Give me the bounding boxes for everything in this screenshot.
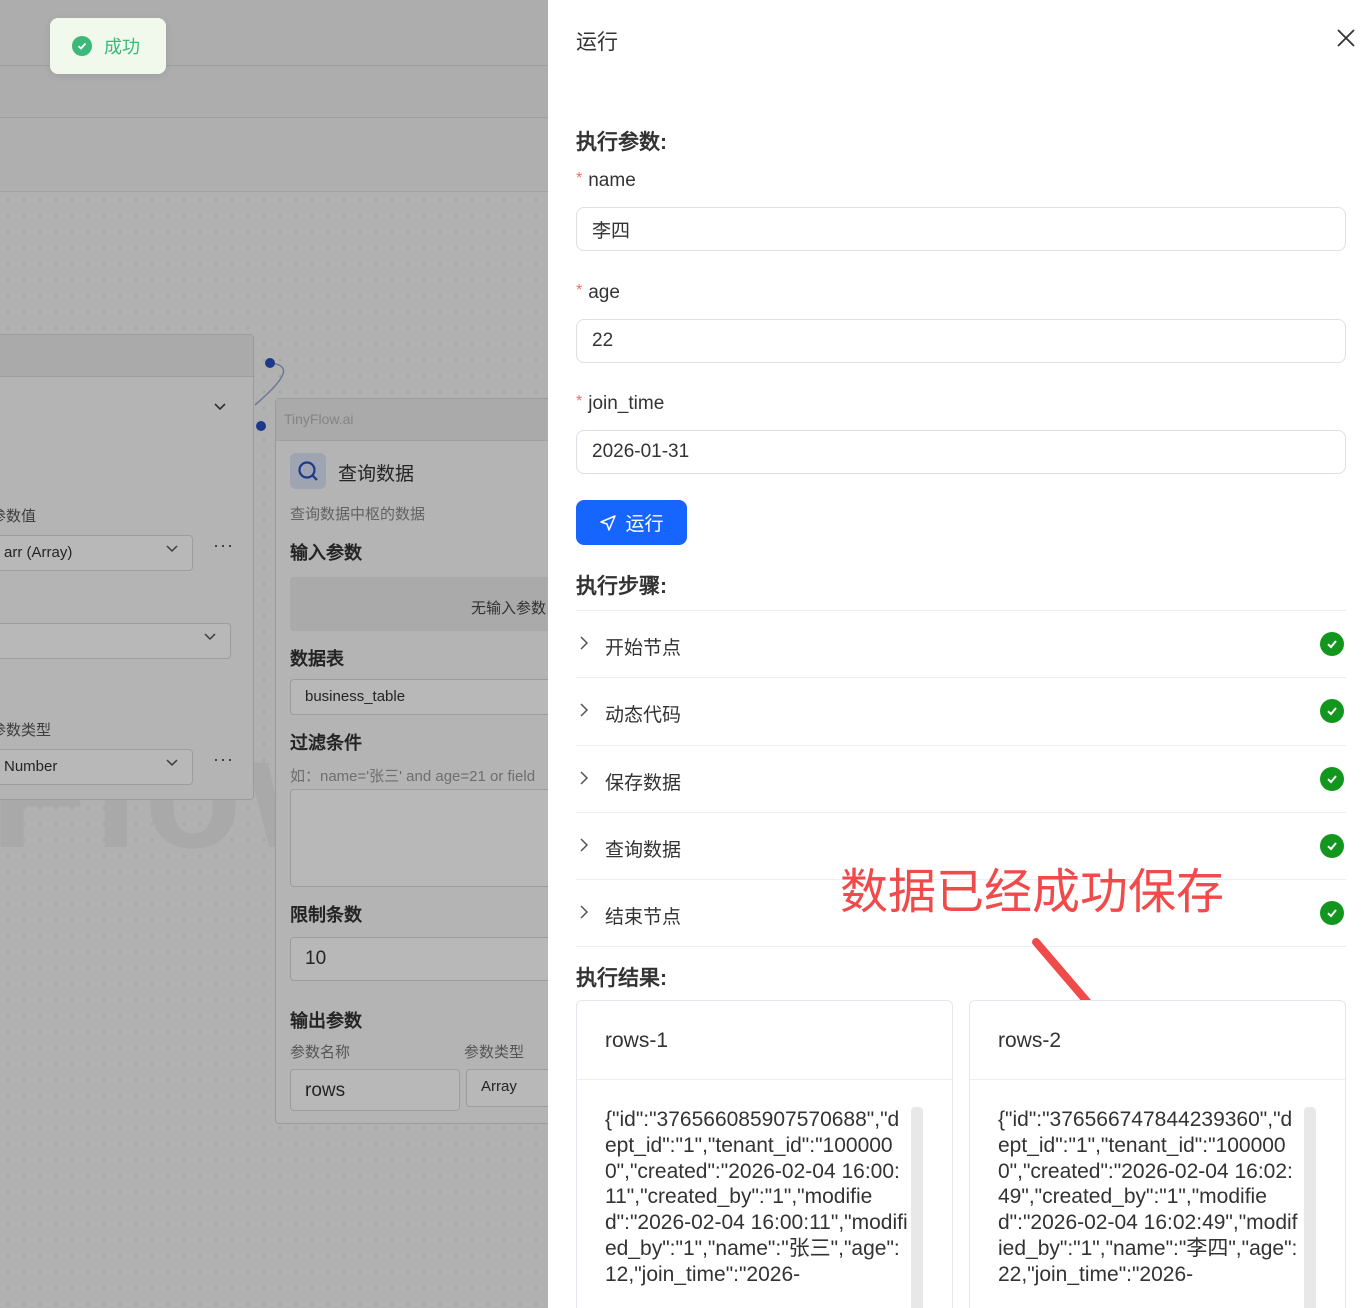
- success-check-icon: [1320, 632, 1344, 656]
- drawer-overlay[interactable]: [0, 0, 548, 1308]
- params-title: 执行参数:: [576, 131, 667, 154]
- result-title: 执行结果:: [576, 967, 667, 990]
- scrollbar[interactable]: [911, 1107, 923, 1308]
- step-label: 查询数据: [605, 839, 682, 861]
- step-label: 开始节点: [605, 638, 682, 659]
- join-time-input[interactable]: [576, 430, 1346, 474]
- steps-title: 执行步骤:: [576, 575, 667, 598]
- send-icon: [600, 514, 617, 531]
- step-label: 结束节点: [605, 907, 682, 929]
- step-item[interactable]: 保存数据: [576, 746, 1346, 813]
- chevron-right-icon: [578, 904, 590, 925]
- step-item[interactable]: 动态代码: [576, 678, 1346, 746]
- step-item[interactable]: 开始节点: [576, 611, 1346, 679]
- field-label-text: join_time: [588, 393, 665, 414]
- field-label-join-time: * join_time: [576, 393, 664, 415]
- chevron-right-icon: [578, 702, 590, 723]
- success-check-icon: [1320, 833, 1344, 858]
- drawer-title: 运行: [576, 31, 618, 54]
- check-circle-icon: [72, 36, 92, 56]
- workflow-canvas: Flow 参数值 arr (Array) ··· 参数类型 Number ···…: [0, 0, 548, 1308]
- scrollbar[interactable]: [1304, 1107, 1316, 1308]
- age-input[interactable]: [576, 319, 1346, 363]
- field-label-text: age: [588, 282, 620, 303]
- field-label-age: * age: [576, 282, 620, 304]
- result-card: rows-2 {"id":"376566747844239360","dept_…: [969, 1000, 1346, 1308]
- required-mark: *: [576, 282, 583, 299]
- close-icon[interactable]: [1334, 26, 1358, 50]
- name-input[interactable]: [576, 207, 1346, 251]
- result-card-content: {"id":"376566747844239360","dept_id":"1"…: [998, 1108, 1298, 1286]
- chevron-right-icon: [578, 770, 590, 791]
- chevron-right-icon: [578, 635, 590, 656]
- step-label: 动态代码: [605, 705, 682, 727]
- field-label-text: name: [588, 170, 636, 191]
- result-card: rows-1 {"id":"376566085907570688","dept_…: [576, 1000, 953, 1308]
- run-drawer: 运行 执行参数: *name *age *join_time 运行 执行步骤: …: [548, 0, 1364, 1308]
- annotation-text: 数据已经成功保存: [840, 866, 1225, 919]
- run-button[interactable]: 运行: [576, 500, 687, 545]
- success-toast: 成功: [50, 18, 166, 74]
- result-card-title: rows-2: [970, 1001, 1345, 1080]
- required-mark: *: [576, 170, 583, 187]
- result-card-title: rows-1: [577, 1001, 952, 1080]
- required-mark: *: [576, 393, 583, 410]
- step-label: 保存数据: [605, 772, 682, 794]
- success-check-icon: [1320, 901, 1344, 926]
- toast-message: 成功: [104, 37, 140, 57]
- chevron-right-icon: [578, 837, 590, 858]
- run-button-label: 运行: [625, 514, 664, 535]
- result-card-content: {"id":"376566085907570688","dept_id":"1"…: [605, 1108, 908, 1286]
- success-check-icon: [1320, 766, 1344, 791]
- field-label-name: * name: [576, 170, 636, 192]
- success-check-icon: [1320, 699, 1344, 724]
